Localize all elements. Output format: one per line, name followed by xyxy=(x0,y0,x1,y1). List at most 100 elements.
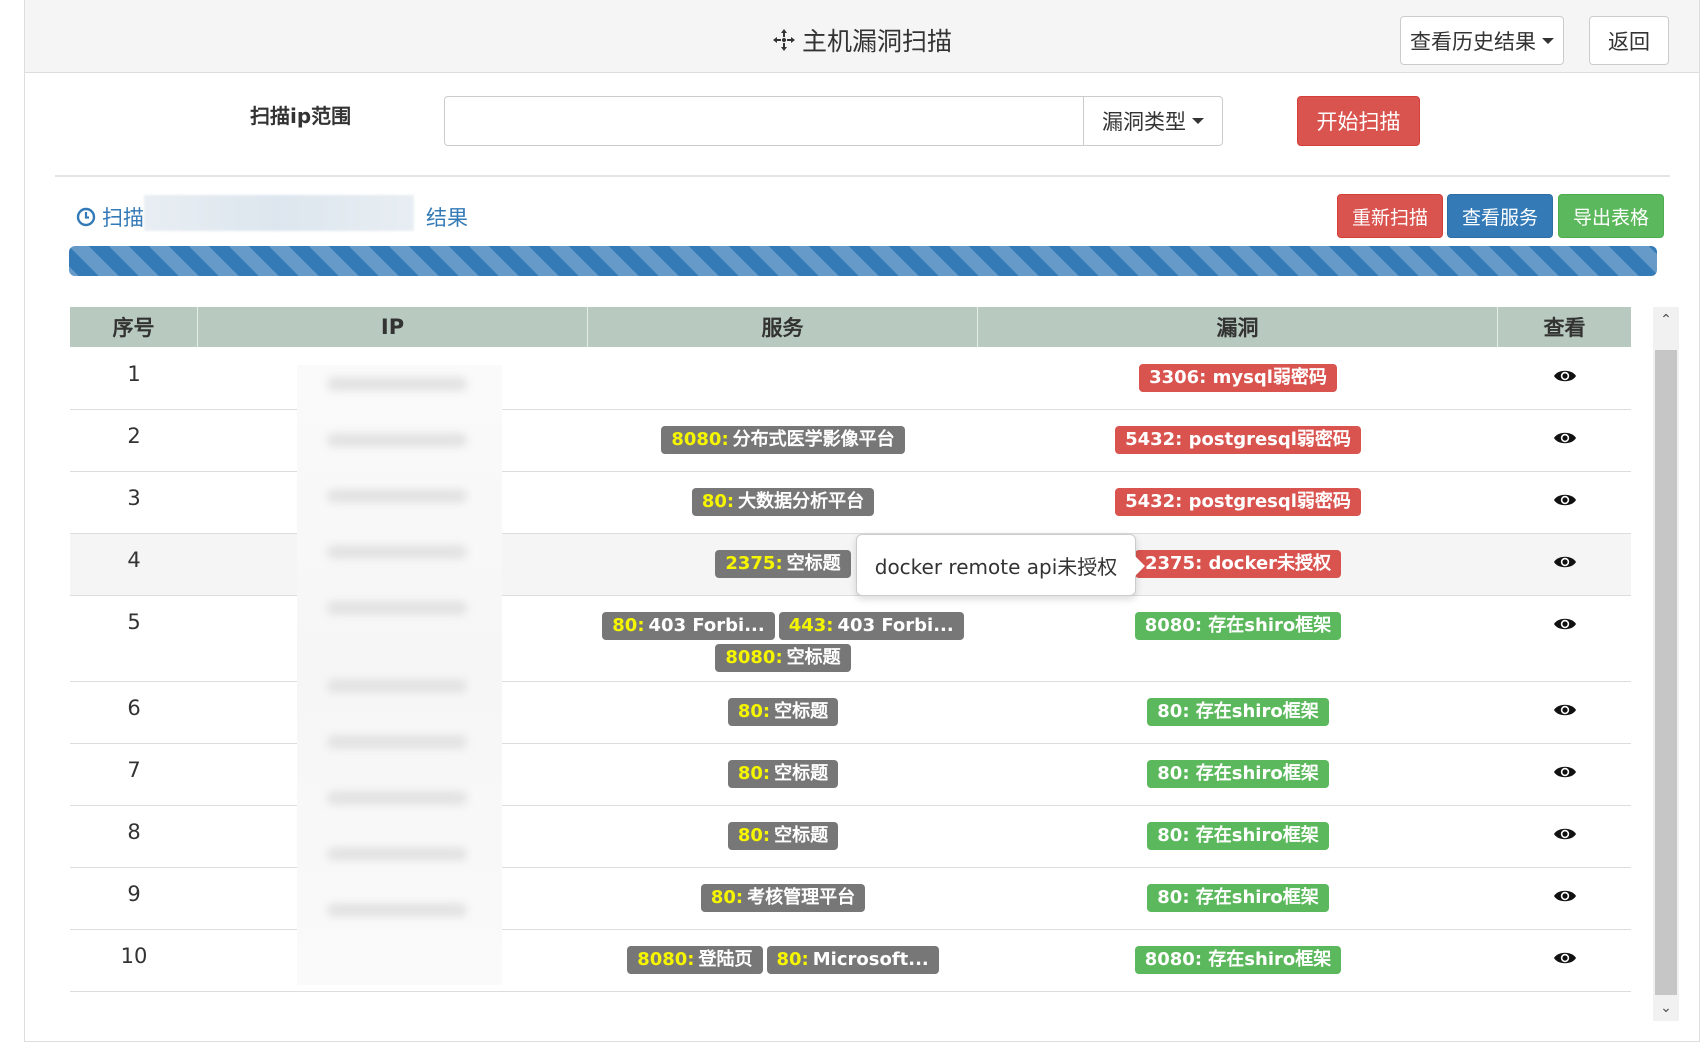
clock-icon xyxy=(76,207,96,227)
service-port: 8080: xyxy=(637,949,695,970)
vuln-badge[interactable]: 80: 存在shiro框架 xyxy=(1147,884,1329,912)
eye-icon[interactable] xyxy=(1553,888,1577,904)
service-port: 80: xyxy=(737,701,771,722)
start-scan-button[interactable]: 开始扫描 xyxy=(1297,96,1420,146)
row-vulns: 3306: mysql弱密码 xyxy=(978,348,1498,409)
table-scrollbar[interactable]: ⌃ ⌄ xyxy=(1653,307,1679,1021)
vuln-badge[interactable]: 3306: mysql弱密码 xyxy=(1139,364,1337,392)
service-badge[interactable]: 80: 空标题 xyxy=(727,822,839,850)
vuln-badge[interactable]: 80: 存在shiro框架 xyxy=(1147,698,1329,726)
service-name: 登陆页 xyxy=(698,949,753,970)
crosshair-icon xyxy=(772,29,795,51)
row-vulns: 80: 存在shiro框架 xyxy=(978,682,1498,743)
service-port: 8080: xyxy=(725,647,783,668)
service-badge[interactable]: 80: 考核管理平台 xyxy=(700,884,866,912)
row-view xyxy=(1498,868,1631,929)
row-vulns: 80: 存在shiro框架 xyxy=(978,806,1498,867)
row-vulns: 80: 存在shiro框架 xyxy=(978,744,1498,805)
history-results-button[interactable]: 查看历史结果 xyxy=(1400,16,1564,65)
eye-icon[interactable] xyxy=(1553,764,1577,780)
rescan-button[interactable]: 重新扫描 xyxy=(1337,194,1443,238)
service-name: 空标题 xyxy=(786,553,841,574)
rescan-label: 重新扫描 xyxy=(1351,206,1428,229)
service-badge[interactable]: 8080: 空标题 xyxy=(715,644,851,672)
service-port: 80: xyxy=(737,825,771,846)
chevron-down-icon xyxy=(1192,118,1204,124)
eye-icon[interactable] xyxy=(1553,616,1577,632)
service-badge[interactable]: 443: 403 Forbi... xyxy=(778,612,964,640)
row-view xyxy=(1498,744,1631,805)
eye-icon[interactable] xyxy=(1553,826,1577,842)
row-view xyxy=(1498,534,1631,595)
service-badge[interactable]: 2375: 空标题 xyxy=(715,550,851,578)
row-number: 10 xyxy=(120,944,148,968)
eye-icon[interactable] xyxy=(1553,554,1577,570)
vuln-badge[interactable]: 8080: 存在shiro框架 xyxy=(1134,612,1342,640)
service-badge[interactable]: 8080: 分布式医学影像平台 xyxy=(661,426,905,454)
vuln-tooltip: docker remote api未授权 xyxy=(856,534,1145,596)
vuln-badge[interactable]: 80: 存在shiro框架 xyxy=(1147,822,1329,850)
service-port: 80: xyxy=(612,615,645,636)
table-header: 序号 IP 服务 漏洞 查看 xyxy=(70,307,1631,347)
column-header: IP xyxy=(198,307,588,347)
row-services: 80: 空标题 xyxy=(588,806,978,867)
row-view xyxy=(1498,930,1631,991)
service-port: 80: xyxy=(776,949,809,970)
scroll-down-icon[interactable]: ⌄ xyxy=(1653,995,1679,1021)
vuln-type-dropdown[interactable]: 漏洞类型 xyxy=(1083,96,1223,146)
row-services: 80: 考核管理平台 xyxy=(588,868,978,929)
row-services: 8080: 分布式医学影像平台 xyxy=(588,410,978,471)
row-number: 5 xyxy=(127,610,141,634)
export-table-label: 导出表格 xyxy=(1572,206,1649,229)
row-vulns: 5432: postgresql弱密码 xyxy=(978,472,1498,533)
result-title-prefix: 扫描 xyxy=(102,206,144,230)
eye-icon[interactable] xyxy=(1553,492,1577,508)
vuln-badge[interactable]: 2375: docker未授权 xyxy=(1134,550,1342,578)
row-vulns: 80: 存在shiro框架 xyxy=(978,868,1498,929)
result-title-suffix: 结果 xyxy=(426,206,468,230)
service-badge[interactable]: 80: 空标题 xyxy=(727,698,839,726)
service-badge[interactable]: 80: 大数据分析平台 xyxy=(691,488,875,516)
ip-range-input[interactable] xyxy=(444,96,1084,146)
eye-icon[interactable] xyxy=(1553,950,1577,966)
row-services: 80: 403 Forbi... 443: 403 Forbi... 8080: 空标题 xyxy=(588,596,978,681)
service-badge[interactable]: 80: 空标题 xyxy=(727,760,839,788)
scroll-up-icon[interactable]: ⌃ xyxy=(1653,307,1679,333)
page-title-text: 主机漏洞扫描 xyxy=(801,27,952,56)
vuln-type-label: 漏洞类型 xyxy=(1102,110,1186,134)
vuln-badge[interactable]: 80: 存在shiro框架 xyxy=(1147,760,1329,788)
service-name: 403 Forbi... xyxy=(837,615,954,636)
row-services: 80: 大数据分析平台 xyxy=(588,472,978,533)
vuln-badge[interactable]: 5432: postgresql弱密码 xyxy=(1115,426,1361,454)
scroll-thumb[interactable] xyxy=(1655,350,1677,995)
eye-icon[interactable] xyxy=(1553,430,1577,446)
export-table-button[interactable]: 导出表格 xyxy=(1558,194,1664,238)
row-services: 80: 空标题 xyxy=(588,682,978,743)
back-button[interactable]: 返回 xyxy=(1589,16,1669,65)
row-vulns: 8080: 存在shiro框架 xyxy=(978,930,1498,991)
service-name: 空标题 xyxy=(774,701,829,722)
service-name: 403 Forbi... xyxy=(648,615,765,636)
row-view xyxy=(1498,348,1631,409)
service-port: 80: xyxy=(701,491,735,512)
row-number: 1 xyxy=(127,362,141,386)
column-header: 查看 xyxy=(1543,316,1586,340)
vuln-badge[interactable]: 5432: postgresql弱密码 xyxy=(1115,488,1361,516)
service-badge[interactable]: 80: 403 Forbi... xyxy=(602,612,775,640)
divider xyxy=(55,175,1670,177)
eye-icon[interactable] xyxy=(1553,702,1577,718)
service-badge[interactable]: 80: Microsoft... xyxy=(766,946,939,974)
column-header: 漏洞 xyxy=(978,307,1498,347)
chevron-down-icon xyxy=(1542,37,1554,44)
row-number: 3 xyxy=(127,486,141,510)
eye-icon[interactable] xyxy=(1553,368,1577,384)
service-badge[interactable]: 8080: 登陆页 xyxy=(627,946,763,974)
vuln-badge[interactable]: 8080: 存在shiro框架 xyxy=(1134,946,1342,974)
service-port: 80: xyxy=(710,887,744,908)
row-number: 2 xyxy=(127,424,141,448)
row-vulns: 8080: 存在shiro框架 xyxy=(978,596,1498,681)
row-view xyxy=(1498,410,1631,471)
scan-progress-bar xyxy=(69,246,1657,276)
view-services-label: 查看服务 xyxy=(1461,206,1538,229)
view-services-button[interactable]: 查看服务 xyxy=(1447,194,1553,238)
